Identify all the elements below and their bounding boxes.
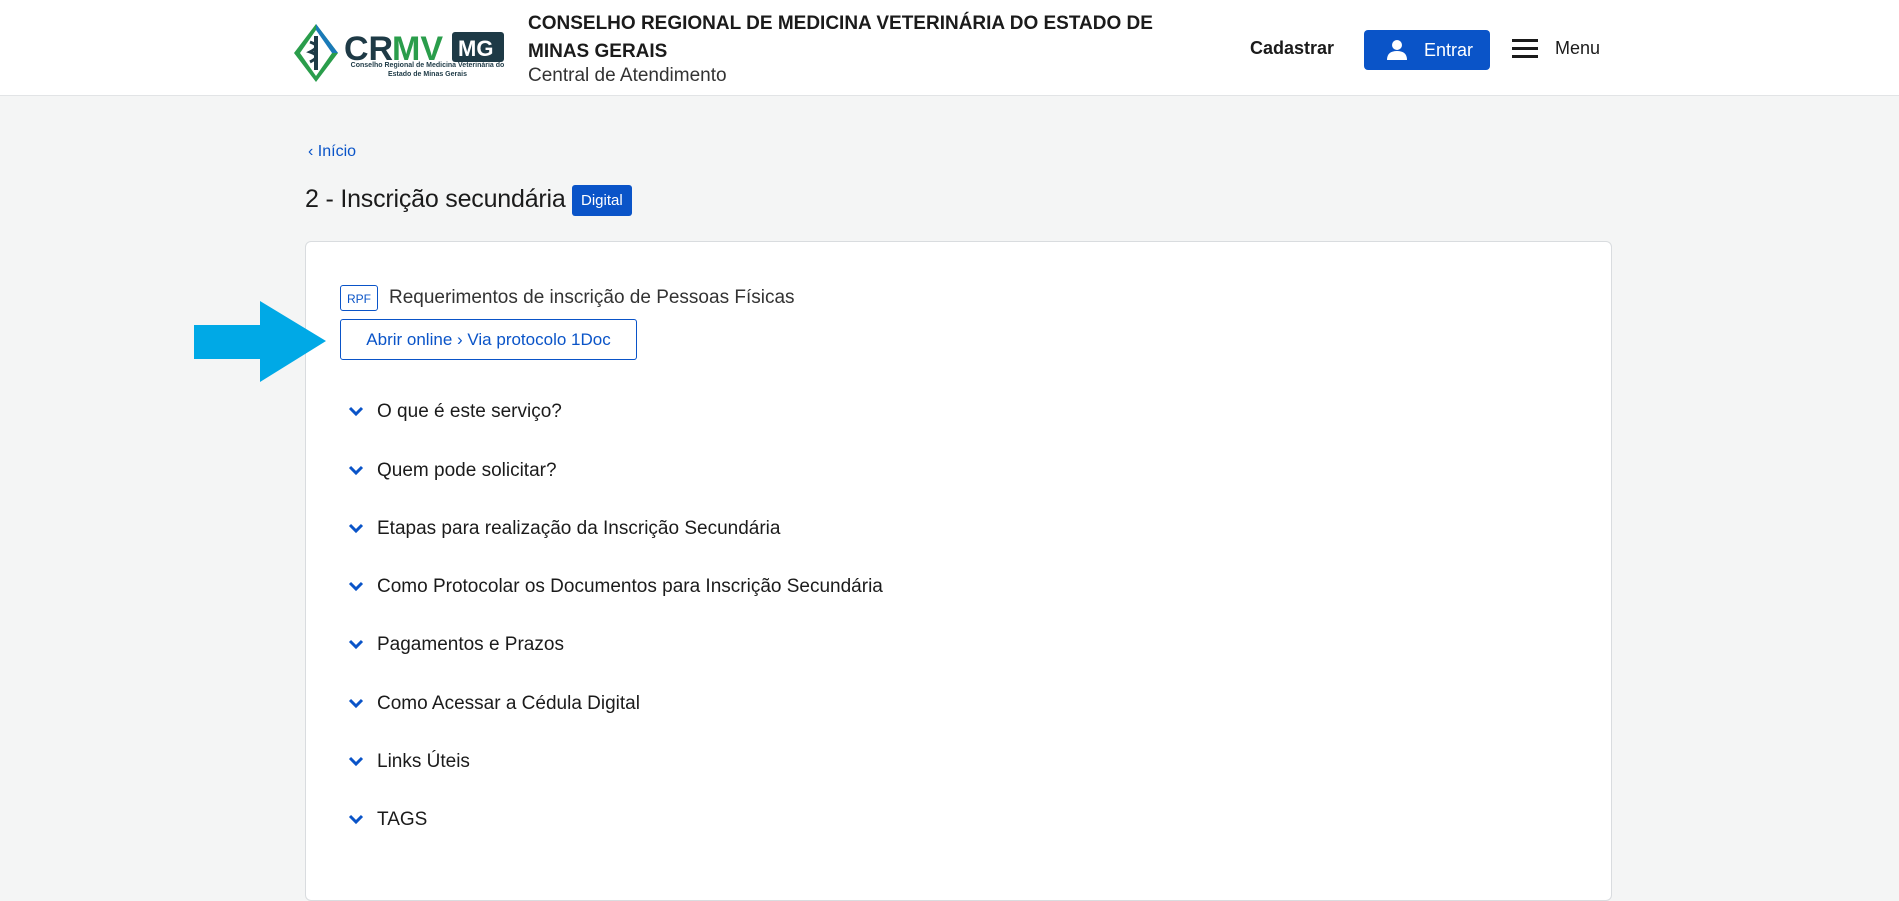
chevron-left-icon: ‹: [308, 143, 318, 160]
service-title: Requerimentos de inscrição de Pessoas Fí…: [389, 287, 795, 308]
org-title: CONSELHO REGIONAL DE MEDICINA VETERINÁRI…: [528, 13, 1153, 62]
hamburger-icon: [1512, 39, 1538, 58]
chevron-down-icon: [348, 756, 364, 767]
accordion-label: Pagamentos e Prazos: [377, 634, 564, 655]
chevron-down-icon: [348, 523, 364, 534]
chevron-down-icon: [348, 639, 364, 650]
chevron-down-icon: [348, 406, 364, 417]
top-header: CR MV MG Conselho Regional de Medicina V…: [0, 0, 1899, 96]
breadcrumb-label: Início: [317, 143, 357, 160]
accordion-label: Quem pode solicitar?: [377, 460, 557, 481]
accordion-label: Como Protocolar os Documentos para Inscr…: [377, 576, 883, 597]
cadastrar-link[interactable]: Cadastrar: [1250, 38, 1334, 59]
user-icon: [1387, 40, 1407, 60]
page-title: 2 - Inscrição secundária: [305, 185, 566, 213]
open-online-button[interactable]: Abrir online › Via protocolo 1Doc: [340, 319, 637, 360]
chevron-down-icon: [348, 814, 364, 825]
accordion-label: Etapas para realização da Inscrição Secu…: [377, 518, 781, 539]
accordion-label: TAGS: [377, 809, 428, 830]
accordion-label: Links Úteis: [377, 751, 470, 772]
entrar-button[interactable]: Entrar: [1364, 30, 1490, 70]
accordion-label: Como Acessar a Cédula Digital: [377, 693, 640, 714]
accordion-label: O que é este serviço?: [377, 401, 562, 422]
entrar-label: Entrar: [1424, 40, 1474, 60]
digital-badge: Digital: [572, 185, 632, 216]
chevron-down-icon: [348, 698, 364, 709]
pointer-arrow-icon: [194, 301, 326, 388]
rpf-tag: RPF: [340, 285, 378, 311]
menu-label: Menu: [1555, 38, 1601, 58]
chevron-down-icon: [348, 581, 364, 592]
svg-text:MG: MG: [458, 36, 493, 61]
breadcrumb-home[interactable]: ‹ Início: [308, 143, 356, 161]
org-subtitle: Central de Atendimento: [528, 65, 727, 86]
chevron-down-icon: [348, 465, 364, 476]
logo-subtitle: Conselho Regional de Medicina Veterinári…: [350, 62, 505, 78]
